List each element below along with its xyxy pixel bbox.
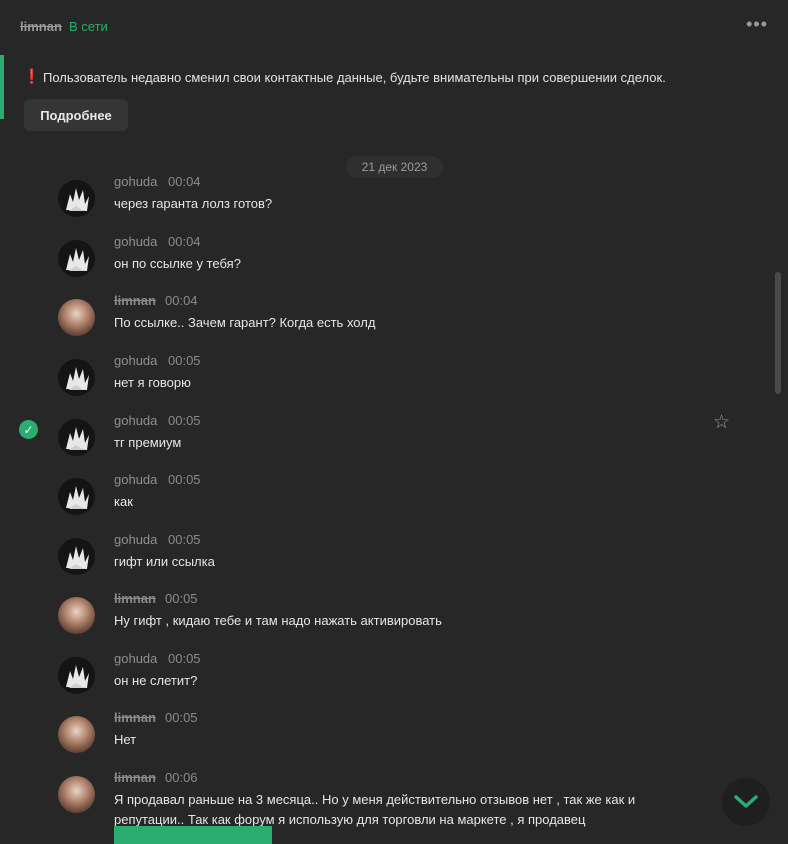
message-time: 00:06 bbox=[165, 770, 198, 785]
scrollbar-thumb[interactable] bbox=[775, 272, 781, 394]
scroll-down-button[interactable] bbox=[722, 778, 770, 826]
online-status: В сети bbox=[69, 19, 108, 34]
message-text: гифт или ссылка bbox=[114, 554, 215, 569]
message-time: 00:04 bbox=[165, 293, 198, 308]
avatar[interactable] bbox=[58, 597, 95, 634]
message-author[interactable]: limnan bbox=[114, 710, 156, 725]
avatar[interactable] bbox=[58, 657, 95, 694]
message: limnan 00:05 Ну гифт , кидаю тебе и там … bbox=[0, 591, 760, 653]
message-text: Нет bbox=[114, 732, 137, 747]
message: gohuda 00:05 как bbox=[0, 472, 760, 534]
date-separator: 21 дек 2023 bbox=[346, 156, 443, 178]
message-text: Я продавал раньше на 3 месяца.. Но у мен… bbox=[114, 792, 636, 827]
check-circle-icon: ✓ bbox=[19, 420, 38, 439]
exclamation-icon: ❗ bbox=[23, 68, 41, 84]
message-time: 00:05 bbox=[168, 413, 201, 428]
message-text: он по ссылке у тебя? bbox=[114, 256, 241, 271]
details-button[interactable]: Подробнее bbox=[24, 99, 128, 131]
notice-accent-bar bbox=[0, 55, 4, 119]
message-text: через гаранта лолз готов? bbox=[114, 196, 273, 211]
message-text: Ну гифт , кидаю тебе и там надо нажать а… bbox=[114, 613, 442, 628]
message: limnan 00:06 Я продавал раньше на 3 меся… bbox=[0, 770, 760, 827]
message-time: 00:04 bbox=[168, 234, 201, 249]
message: gohuda 00:05 нет я говорю bbox=[0, 353, 760, 415]
message-text: тг премиум bbox=[114, 435, 182, 450]
message: gohuda 00:04 через гаранта лолз готов? bbox=[0, 174, 760, 236]
message-time: 00:05 bbox=[165, 710, 198, 725]
message-author[interactable]: limnan bbox=[114, 770, 156, 785]
avatar[interactable] bbox=[58, 716, 95, 753]
message-time: 00:05 bbox=[168, 532, 201, 547]
message: gohuda 00:05 гифт или ссылка bbox=[0, 532, 760, 594]
chevron-down-icon bbox=[734, 795, 758, 808]
message: limnan 00:04 По ссылке.. Зачем гарант? К… bbox=[0, 293, 760, 355]
more-dots-icon[interactable]: ••• bbox=[746, 14, 768, 35]
star-icon[interactable]: ☆ bbox=[713, 411, 730, 434]
message-time: 00:05 bbox=[168, 651, 201, 666]
notice-text: Пользователь недавно сменил свои контакт… bbox=[43, 70, 666, 85]
message-time: 00:04 bbox=[168, 174, 201, 189]
message-text: По ссылке.. Зачем гарант? Когда есть хол… bbox=[114, 315, 376, 330]
avatar[interactable] bbox=[58, 776, 95, 813]
message: gohuda 00:05 тг премиум bbox=[0, 413, 760, 475]
avatar[interactable] bbox=[58, 478, 95, 515]
avatar[interactable] bbox=[58, 538, 95, 575]
message-time: 00:05 bbox=[165, 591, 198, 606]
message-text: он не слетит? bbox=[114, 673, 198, 688]
avatar[interactable] bbox=[58, 180, 95, 217]
message-author[interactable]: gohuda bbox=[114, 413, 157, 428]
message-time: 00:05 bbox=[168, 353, 201, 368]
message: gohuda 00:04 он по ссылке у тебя? bbox=[0, 234, 760, 296]
avatar[interactable] bbox=[58, 359, 95, 396]
message-author[interactable]: limnan bbox=[114, 293, 156, 308]
message-text: нет я говорю bbox=[114, 375, 191, 390]
avatar[interactable] bbox=[58, 419, 95, 456]
message-author[interactable]: limnan bbox=[114, 591, 156, 606]
avatar[interactable] bbox=[58, 240, 95, 277]
message-text: как bbox=[114, 494, 133, 509]
message-author[interactable]: gohuda bbox=[114, 532, 157, 547]
message: gohuda 00:05 он не слетит? bbox=[0, 651, 760, 713]
avatar[interactable] bbox=[58, 299, 95, 336]
message-author[interactable]: gohuda bbox=[114, 234, 157, 249]
chat-username[interactable]: limnan bbox=[20, 19, 62, 34]
message-time: 00:05 bbox=[168, 472, 201, 487]
message: limnan 00:05 Нет bbox=[0, 710, 760, 772]
message-author[interactable]: gohuda bbox=[114, 174, 157, 189]
message-author[interactable]: gohuda bbox=[114, 353, 157, 368]
message-author[interactable]: gohuda bbox=[114, 472, 157, 487]
message-author[interactable]: gohuda bbox=[114, 651, 157, 666]
attachment-preview[interactable] bbox=[114, 826, 272, 844]
chat-header: limnan В сети ••• bbox=[0, 0, 788, 50]
